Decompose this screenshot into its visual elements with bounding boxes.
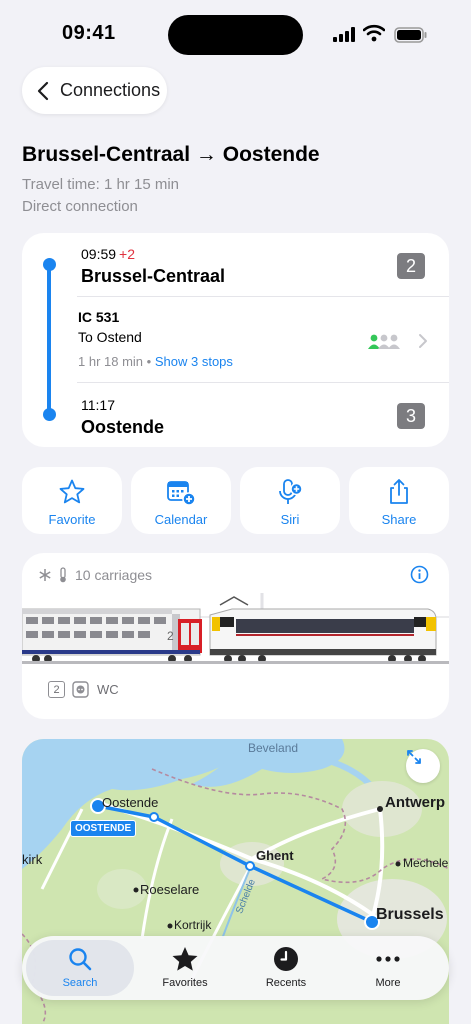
- tab-more-label: More: [375, 977, 401, 989]
- map-label-antwerp: Antwerp: [385, 794, 445, 811]
- train-name: IC 531: [78, 309, 120, 325]
- cellular-signal-icon: [333, 27, 355, 42]
- arrival-dot: [43, 408, 56, 421]
- share-button[interactable]: Share: [349, 467, 449, 534]
- departure-time: 09:59: [81, 246, 117, 262]
- chevron-left-icon: [37, 81, 49, 100]
- map-label-roeselare: Roeselare: [140, 882, 200, 897]
- map-label-brussels: Brussels: [376, 906, 444, 923]
- divider: [77, 296, 449, 297]
- train-meta: 1 hr 18 min • Show 3 stops: [78, 354, 233, 369]
- status-time: 09:41: [62, 22, 116, 44]
- departure-dot: [43, 258, 56, 271]
- tab-recents-label: Recents: [265, 977, 307, 989]
- share-icon: [390, 479, 408, 504]
- oostende-pill: OOSTENDE: [70, 820, 137, 837]
- train-illustration: 2: [22, 593, 449, 664]
- share-label: Share: [381, 512, 417, 527]
- travel-time: Travel time: 1 hr 15 min: [22, 176, 179, 193]
- dynamic-island: [168, 15, 303, 55]
- car-number: 2: [167, 629, 174, 643]
- arrival-station: Oostende: [81, 417, 165, 437]
- favorite-label: Favorite: [48, 512, 96, 527]
- status-bar: 09:41: [0, 0, 471, 64]
- carriage-count: 10 carriages: [75, 567, 153, 583]
- star-icon: [59, 479, 85, 504]
- info-icon[interactable]: [410, 565, 429, 584]
- connection-type: Direct connection: [22, 198, 138, 215]
- calendar-button[interactable]: Calendar: [131, 467, 231, 534]
- back-button[interactable]: Connections: [22, 67, 167, 114]
- siri-label: Siri: [280, 512, 300, 527]
- chevron-right-icon: [419, 334, 427, 348]
- occupancy-icon: [368, 334, 400, 349]
- tab-search-label: Search: [62, 977, 98, 989]
- battery-icon: [394, 27, 427, 43]
- departure-delay: +2: [119, 246, 136, 262]
- tab-bar: Search Favorites Recents More: [22, 936, 449, 1000]
- class-badge: 2: [48, 681, 65, 698]
- amenities-row: 2 WC: [48, 681, 119, 698]
- train-composition-card: 10 carriages 2 2 WC: [22, 553, 449, 719]
- departure-station: Brussel-Centraal: [81, 266, 226, 286]
- star-filled-icon: [172, 947, 198, 971]
- route-line: [47, 263, 51, 415]
- show-stops-link[interactable]: Show 3 stops: [155, 354, 233, 369]
- calendar-label: Calendar: [154, 512, 208, 527]
- expand-icon: [407, 750, 421, 764]
- journey-card: 09:59 +2 Brussel-Centraal 2 IC 531 To Ost…: [22, 233, 449, 447]
- tab-more[interactable]: More: [334, 940, 442, 996]
- train-duration: 1 hr 18 min: [78, 354, 144, 369]
- divider: [77, 382, 449, 383]
- favorite-button[interactable]: Favorite: [22, 467, 122, 534]
- back-button-label: Connections: [60, 80, 161, 100]
- siri-mic-icon: [279, 479, 303, 504]
- thermometer-icon: [60, 567, 66, 583]
- departure-time-row: 09:59 +2: [81, 246, 135, 262]
- ellipsis-icon: [376, 956, 400, 962]
- tab-recents[interactable]: Recents: [232, 940, 340, 996]
- expand-map-button[interactable]: [406, 749, 440, 783]
- tab-favorites[interactable]: Favorites: [131, 940, 239, 996]
- calendar-add-icon: [167, 481, 196, 506]
- map-label-kirk: kirk: [22, 852, 43, 867]
- wifi-icon: [363, 24, 385, 42]
- map-label-beveland: Beveland: [248, 741, 299, 755]
- page-title: Brussel-Centraal → Oostende: [22, 143, 320, 166]
- map-label-mechelen: Mecheler: [403, 856, 449, 870]
- meta-separator: •: [146, 354, 152, 369]
- tab-search[interactable]: Search: [26, 940, 134, 996]
- composition-header: 10 carriages: [38, 567, 152, 583]
- clock-icon: [274, 947, 298, 971]
- arrival-time: 11:17: [81, 397, 115, 413]
- tab-favorites-label: Favorites: [162, 977, 208, 989]
- wc-label: WC: [97, 682, 119, 697]
- snowflake-icon: [39, 569, 51, 581]
- power-outlet-icon: [72, 681, 89, 698]
- departure-platform-badge: 2: [397, 253, 425, 279]
- train-direction: To Ostend: [78, 329, 142, 345]
- map-label-kortrijk: Kortrijk: [174, 918, 212, 932]
- map-label-ghent: Ghent: [256, 848, 294, 863]
- search-icon: [69, 948, 92, 971]
- siri-button[interactable]: Siri: [240, 467, 340, 534]
- map-label-oostende: Oostende: [102, 795, 159, 810]
- arrival-platform-badge: 3: [397, 403, 425, 429]
